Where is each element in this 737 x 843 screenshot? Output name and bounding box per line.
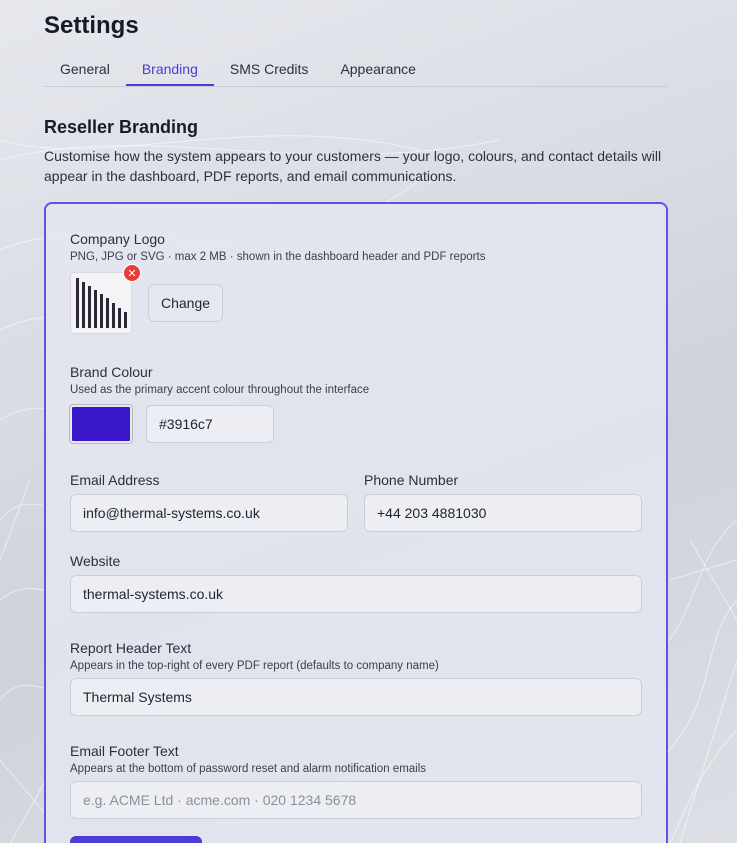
section-title: Reseller Branding — [44, 117, 199, 137]
section-description: Customise how the system appears to your… — [44, 148, 662, 184]
report-header-input[interactable]: Thermal Systems — [70, 678, 642, 716]
email-label: Email Address — [70, 472, 160, 488]
report-header-hint: Appears in the top-right of every PDF re… — [70, 660, 439, 672]
save-button[interactable] — [70, 836, 202, 843]
email-footer-label: Email Footer Text — [70, 743, 179, 759]
website-label: Website — [70, 553, 121, 569]
company-logo-field: Company Logo PNG, JPG or SVG · max 2 MB … — [70, 230, 642, 334]
website-input[interactable]: thermal-systems.co.uk — [70, 575, 642, 613]
brand-colour-hint: Used as the primary accent colour throug… — [70, 384, 370, 396]
tab-branding[interactable]: Branding — [125, 54, 214, 86]
brand-colour-hex-input[interactable]: #3916c7 — [146, 405, 274, 443]
close-icon[interactable]: ✕ — [123, 264, 141, 282]
company-logo-preview[interactable]: ✕ — [70, 264, 141, 334]
phone-label: Phone Number — [364, 472, 459, 488]
tab-sms-credits[interactable]: SMS Credits — [214, 54, 325, 86]
company-logo-label: Company Logo — [70, 231, 165, 247]
tab-appearance[interactable]: Appearance — [324, 54, 432, 86]
email-footer-input[interactable]: e.g. ACME Ltd · acme.com · 020 1234 5678 — [70, 781, 642, 819]
brand-colour-swatch[interactable] — [69, 404, 133, 444]
phone-input[interactable]: +44 203 4881030 — [364, 494, 642, 532]
report-header-field: Report Header Text Appears in the top-ri… — [70, 639, 642, 716]
change-logo-button[interactable]: Change — [148, 284, 224, 322]
email-footer-field: Email Footer Text Appears at the bottom … — [70, 742, 642, 819]
email-field: Email Address info@thermal-systems.co.uk — [70, 471, 348, 532]
branding-form-card: Company Logo PNG, JPG or SVG · max 2 MB … — [44, 202, 668, 843]
email-input[interactable]: info@thermal-systems.co.uk — [70, 494, 348, 532]
report-header-label: Report Header Text — [70, 640, 192, 656]
tab-general[interactable]: General — [44, 54, 126, 86]
settings-page: Settings General Branding SMS Credits Ap… — [0, 0, 737, 843]
website-field: Website thermal-systems.co.uk — [70, 552, 642, 613]
brand-colour-field: Brand Colour Used as the primary accent … — [69, 363, 642, 444]
brand-colour-label: Brand Colour — [70, 364, 153, 380]
email-footer-hint: Appears at the bottom of password reset … — [70, 763, 427, 775]
logo-image — [76, 278, 127, 328]
settings-tabs: General Branding SMS Credits Appearance — [44, 54, 668, 87]
phone-field: Phone Number +44 203 4881030 — [364, 471, 642, 532]
company-logo-hint: PNG, JPG or SVG · max 2 MB · shown in th… — [70, 251, 486, 263]
page-title: Settings — [44, 12, 139, 39]
